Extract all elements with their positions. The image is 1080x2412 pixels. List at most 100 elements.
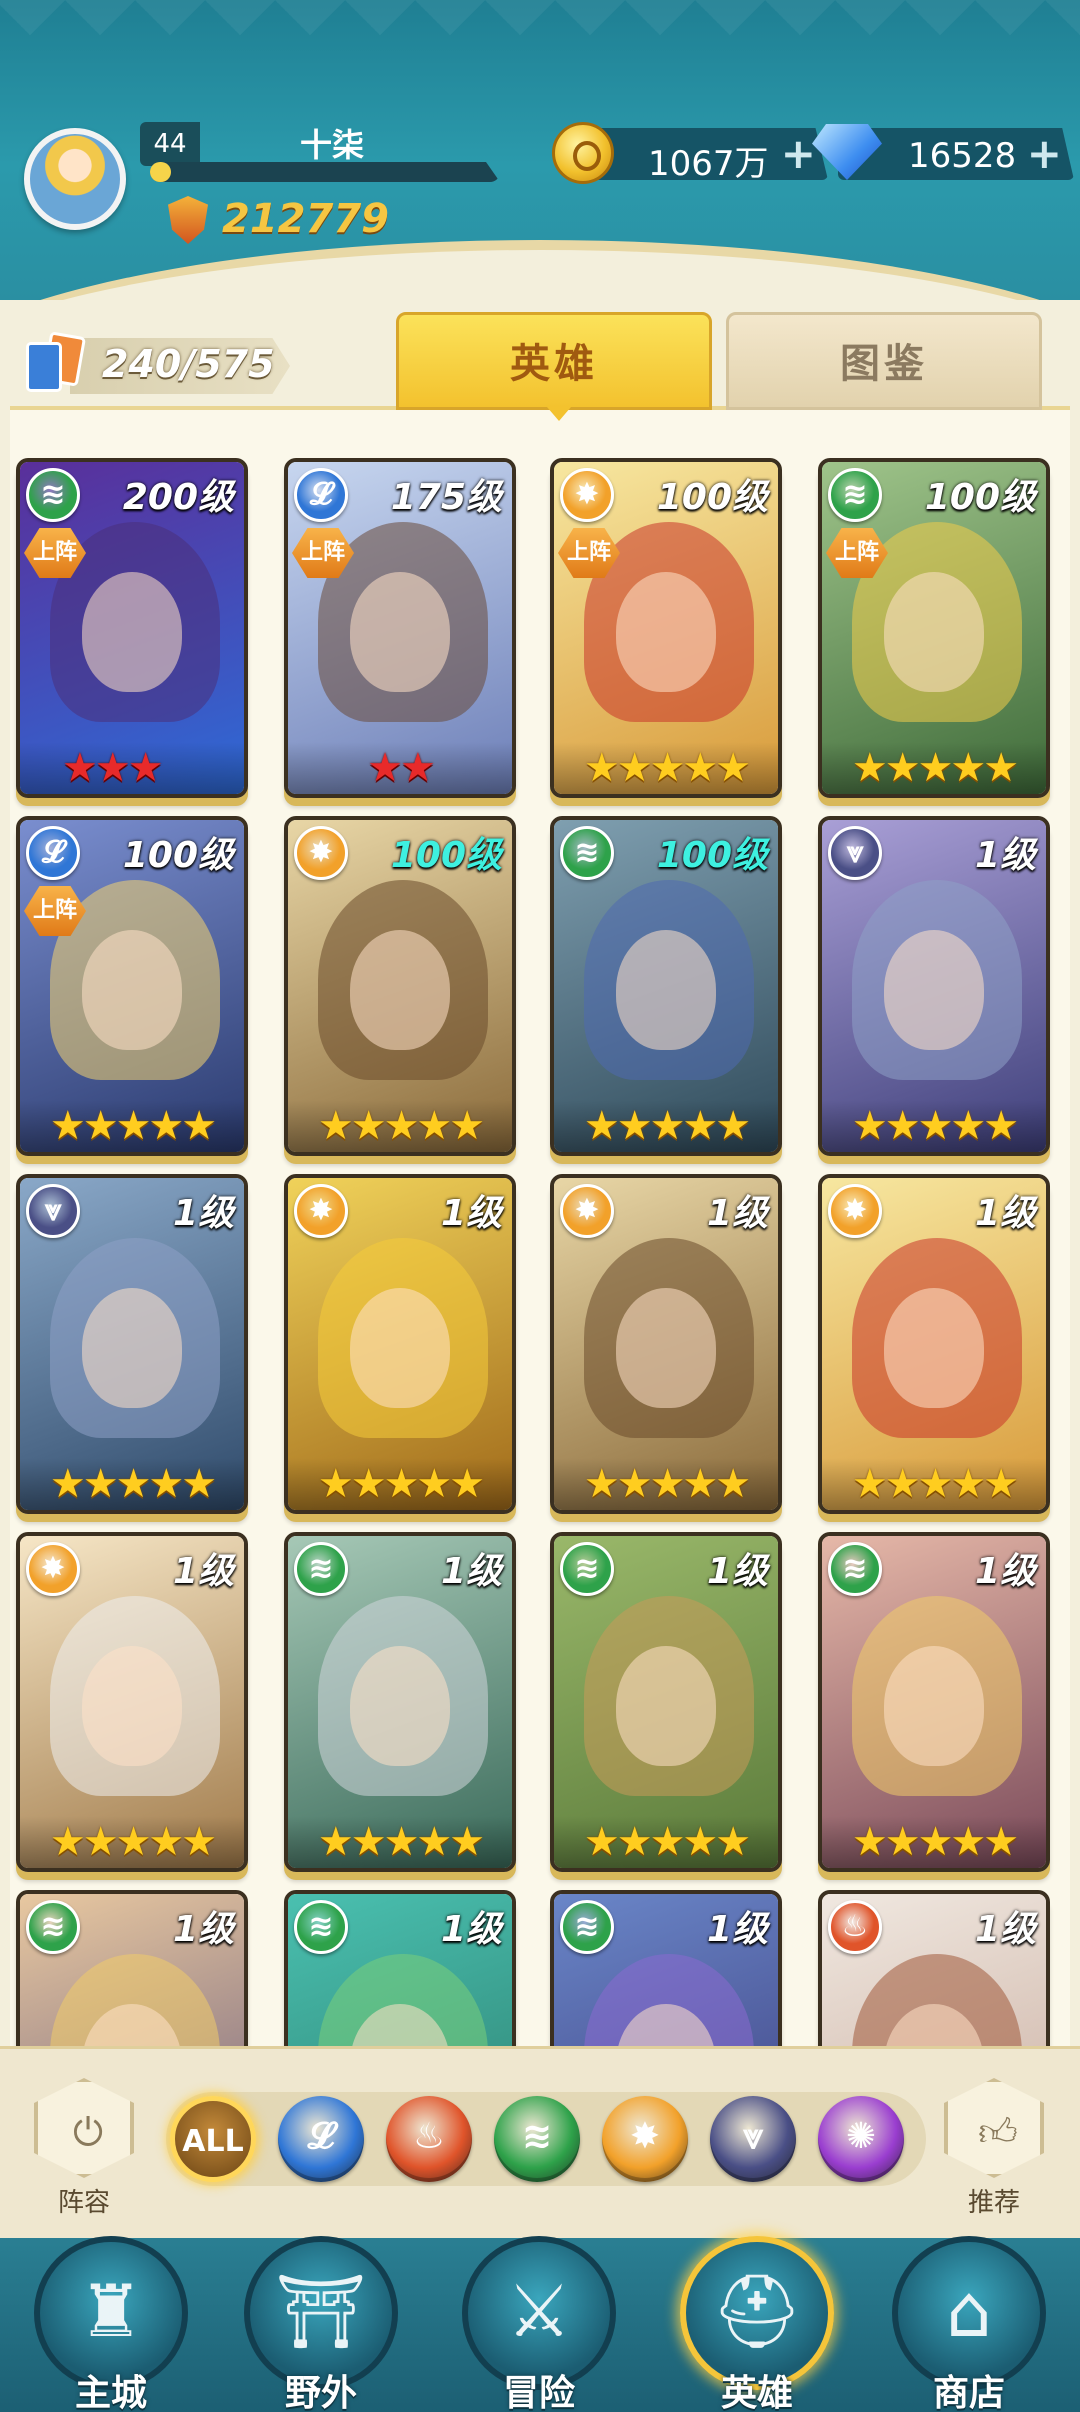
hero-card[interactable]: ✸ 1级 ★★★★★ xyxy=(550,1174,782,1514)
xp-bar xyxy=(150,162,500,182)
add-gems-button[interactable]: + xyxy=(1027,132,1062,176)
rune-icon: ⩔ xyxy=(742,2116,764,2157)
hero-card[interactable]: ≋ 1级 xyxy=(16,1890,248,2046)
hero-stars: ★★★★★ xyxy=(822,1458,1046,1510)
helmet-icon: ⛑ xyxy=(711,2269,803,2353)
hero-level: 100级 xyxy=(924,477,1036,518)
hero-card[interactable]: ≋ 1级 ★★★★★ xyxy=(550,1532,782,1872)
hero-card[interactable]: ≋ 1级 xyxy=(284,1890,516,2046)
hero-card[interactable]: ✸ 1级 ★★★★★ xyxy=(818,1174,1050,1514)
wind-icon: ≋ xyxy=(828,468,882,522)
hero-card[interactable]: ≋ 上阵 100级 ★★★★★ xyxy=(818,458,1050,798)
sun-icon: ✸ xyxy=(560,468,614,522)
filter-void-button[interactable]: ✺ xyxy=(818,2096,904,2182)
rune-icon: ⩔ xyxy=(26,1184,80,1238)
nav-label: 商店 xyxy=(932,2373,1005,2412)
hero-card[interactable]: 𝓛 上阵 175级 ★★ xyxy=(284,458,516,798)
hero-level: 1级 xyxy=(440,1551,502,1592)
nav-label: 英雄 xyxy=(720,2373,793,2412)
hero-card[interactable]: ⩔ 1级 ★★★★★ xyxy=(16,1174,248,1514)
tab-codex[interactable]: 图鉴 xyxy=(726,312,1042,410)
wind-icon: ≋ xyxy=(26,468,80,522)
rune-icon: ⩔ xyxy=(828,826,882,880)
hero-level: 100级 xyxy=(656,477,768,518)
hero-level: 1级 xyxy=(172,1551,234,1592)
sword-icon: ⚔ xyxy=(506,2269,572,2353)
flame-icon: ♨ xyxy=(828,1900,882,1954)
hero-level: 1级 xyxy=(172,1909,234,1950)
hero-grid: ≋ 上阵 200级 ★★★ 𝓛 上阵 175级 ★★ ✸ 上阵 100级 ★★★★★ ≋ 上阵 100级 ★★… xyxy=(0,450,1080,2046)
nav-shop[interactable]: ⌂ 商店 xyxy=(884,2232,1054,2412)
hero-cards-icon xyxy=(22,331,87,398)
lineup-label: 阵容 xyxy=(57,2188,110,2218)
sun-icon: ✸ xyxy=(26,1542,80,1596)
hero-stars: ★★★★★ xyxy=(288,1816,512,1868)
filter-all-button[interactable]: ALL xyxy=(170,2096,256,2182)
filter-light-button[interactable]: ✸ xyxy=(602,2096,688,2182)
shop-icon: ⌂ xyxy=(946,2269,992,2353)
hero-card[interactable]: 𝓛 上阵 100级 ★★★★★ xyxy=(16,816,248,1156)
nav-city[interactable]: ♜ 主城 xyxy=(26,2232,196,2412)
sun-icon: ✸ xyxy=(560,1184,614,1238)
hero-level: 100级 xyxy=(656,835,768,876)
filter-dark-button[interactable]: ⩔ xyxy=(710,2096,796,2182)
nav-wild[interactable]: ⛩ 野外 xyxy=(236,2232,406,2412)
player-avatar[interactable] xyxy=(24,128,126,230)
hero-level: 100级 xyxy=(122,835,234,876)
wave-icon: 𝓛 xyxy=(294,468,348,522)
flame-icon: ♨ xyxy=(412,2116,446,2157)
wind-icon: ≋ xyxy=(521,2116,553,2157)
filter-fire-button[interactable]: ♨ xyxy=(386,2096,472,2182)
lineup-icon: ⏻ xyxy=(72,2110,104,2154)
hero-stars: ★★★★★ xyxy=(822,1816,1046,1868)
hero-card[interactable]: ≋ 100级 ★★★★★ xyxy=(550,816,782,1156)
castle-icon: ♜ xyxy=(78,2269,144,2353)
hero-stars: ★★★★★ xyxy=(20,1816,244,1868)
hero-stars: ★★★★★ xyxy=(20,1458,244,1510)
gold-value: 1067万 xyxy=(648,144,769,184)
hero-level: 1级 xyxy=(974,1193,1036,1234)
wind-icon: ≋ xyxy=(560,1900,614,1954)
nav-label: 冒险 xyxy=(502,2373,575,2412)
gem-value: 16528 xyxy=(908,136,1017,176)
hero-level: 1级 xyxy=(706,1551,768,1592)
hero-card[interactable]: ✸ 1级 ★★★★★ xyxy=(16,1532,248,1872)
sun-icon: ✸ xyxy=(294,826,348,880)
wind-icon: ≋ xyxy=(26,1900,80,1954)
player-level: 44 xyxy=(140,122,200,166)
hero-card[interactable]: ♨ 1级 xyxy=(818,1890,1050,2046)
hero-card[interactable]: ✸ 上阵 100级 ★★★★★ xyxy=(550,458,782,798)
nav-adventure[interactable]: ⚔ 冒险 xyxy=(454,2232,624,2412)
hero-stars: ★★★★★ xyxy=(822,742,1046,794)
tab-heroes[interactable]: 英雄 xyxy=(396,312,712,421)
spiral-icon: ✺ xyxy=(845,2116,877,2157)
hero-level: 1级 xyxy=(706,1193,768,1234)
hero-card[interactable]: ≋ 1级 ★★★★★ xyxy=(284,1532,516,1872)
wind-icon: ≋ xyxy=(560,826,614,880)
hero-stars: ★★★★★ xyxy=(554,1100,778,1152)
filter-water-button[interactable]: 𝓛 xyxy=(278,2096,364,2182)
hero-stars: ★★★★★ xyxy=(554,742,778,794)
add-gold-button[interactable]: + xyxy=(781,132,816,176)
sun-icon: ✸ xyxy=(828,1184,882,1238)
wind-icon: ≋ xyxy=(828,1542,882,1596)
hero-level: 1级 xyxy=(974,835,1036,876)
wind-icon: ≋ xyxy=(294,1542,348,1596)
nav-label: 野外 xyxy=(284,2373,357,2412)
hero-card[interactable]: ⩔ 1级 ★★★★★ xyxy=(818,816,1050,1156)
sun-icon: ✸ xyxy=(294,1184,348,1238)
hero-card[interactable]: ✸ 100级 ★★★★★ xyxy=(284,816,516,1156)
hero-card[interactable]: ≋ 上阵 200级 ★★★ xyxy=(16,458,248,798)
nav-heroes[interactable]: ⛑ 英雄 xyxy=(672,2232,842,2412)
filter-wind-button[interactable]: ≋ xyxy=(494,2096,580,2182)
hero-stars: ★★ xyxy=(288,742,512,794)
hero-level: 1级 xyxy=(974,1909,1036,1950)
hero-stars: ★★★★★ xyxy=(822,1100,1046,1152)
hero-count: 240/575 xyxy=(102,342,275,386)
hero-card[interactable]: ≋ 1级 xyxy=(550,1890,782,2046)
gold-coin-icon xyxy=(552,122,614,184)
wave-icon: 𝓛 xyxy=(26,826,80,880)
hero-card[interactable]: ✸ 1级 ★★★★★ xyxy=(284,1174,516,1514)
hero-card[interactable]: ≋ 1级 ★★★★★ xyxy=(818,1532,1050,1872)
hero-level: 100级 xyxy=(390,835,502,876)
